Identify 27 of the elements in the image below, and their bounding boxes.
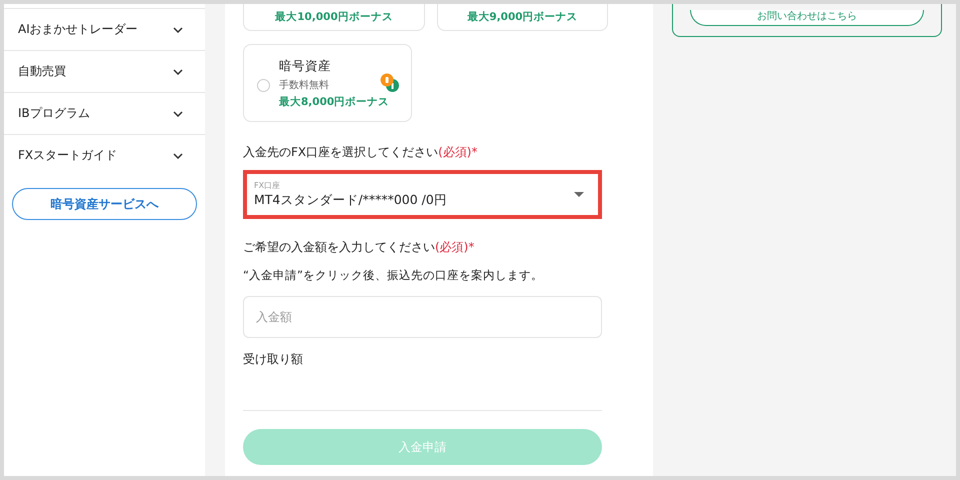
radio-button[interactable] [257,78,270,92]
amount-label: ご希望の入金額を入力してください(必須)* [243,239,476,256]
amount-note: “入金申請”をクリック後、振込先の口座を案内します。 [243,268,544,283]
received-amount-label: 受け取り額 [243,351,304,368]
account-select[interactable]: FX口座 MT4スタンダード/*****000 /0円 [243,170,602,219]
method-title: 暗号資産 [279,58,332,74]
sidebar-item[interactable]: AIおまかせトレーダー [4,9,205,51]
caret-icon [574,192,584,197]
coins-icon [380,73,400,93]
crypto-service-button[interactable]: 暗号資産サービスへ [12,188,197,220]
chevron-down-icon [173,68,183,74]
contact-button[interactable]: お問い合わせはこちら [690,10,924,26]
chevron-down-icon [173,152,183,158]
account-select-label: 入金先のFX口座を選択してください(必須)* [243,144,478,161]
bonus-text: 最大10,000円ボーナス [275,10,393,24]
payment-method-card[interactable]: 暗号資産 手数料無料 最大8,000円ボーナス [243,44,412,122]
bonus-text: 最大9,000円ボーナス [467,10,578,24]
bonus-text: 最大8,000円ボーナス [279,94,390,108]
chevron-down-icon [173,110,183,116]
amount-input[interactable]: 入金額 [243,296,602,338]
sidebar-item[interactable]: FXスタートガイド [4,135,205,176]
payment-method-card[interactable]: 最大9,000円ボーナス [437,4,608,31]
chevron-down-icon [173,26,183,32]
fee-text: 手数料無料 [279,78,330,92]
payment-method-card[interactable]: 最大10,000円ボーナス [243,4,425,31]
sidebar-item[interactable]: IBプログラム [4,93,205,135]
sidebar-item[interactable]: 自動売買 [4,51,205,93]
